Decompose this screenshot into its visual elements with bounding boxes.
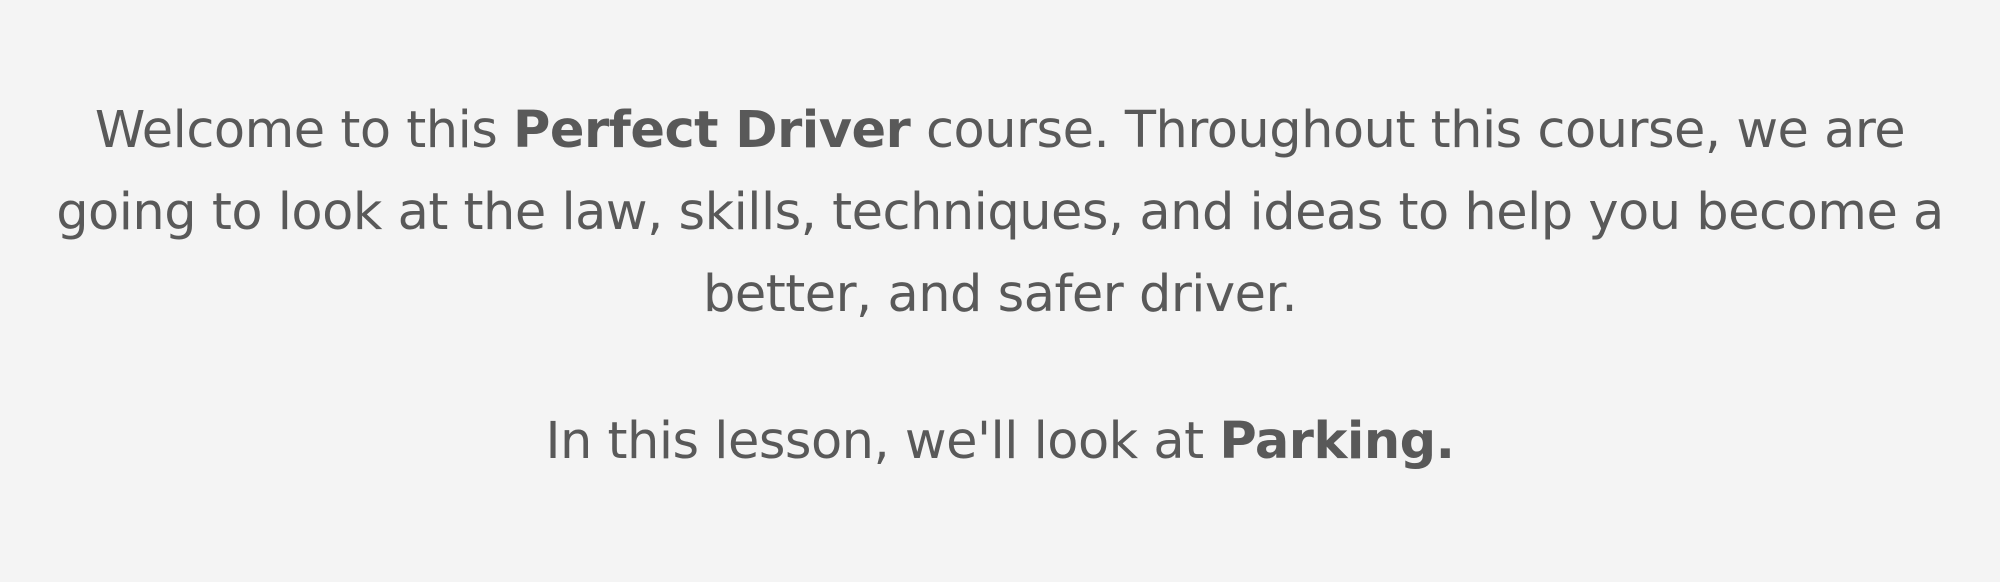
intro-text-start: Welcome to this <box>94 101 514 160</box>
course-intro-paragraph: Welcome to this Perfect Driver course. T… <box>20 90 1980 336</box>
lesson-topic: Parking. <box>1219 412 1455 471</box>
lesson-topic-paragraph: In this lesson, we'll look at Parking. <box>20 401 1980 483</box>
course-name: Perfect Driver <box>513 101 911 160</box>
lesson-text-start: In this lesson, we'll look at <box>545 412 1220 471</box>
lesson-intro-panel: Welcome to this Perfect Driver course. T… <box>0 0 2000 582</box>
